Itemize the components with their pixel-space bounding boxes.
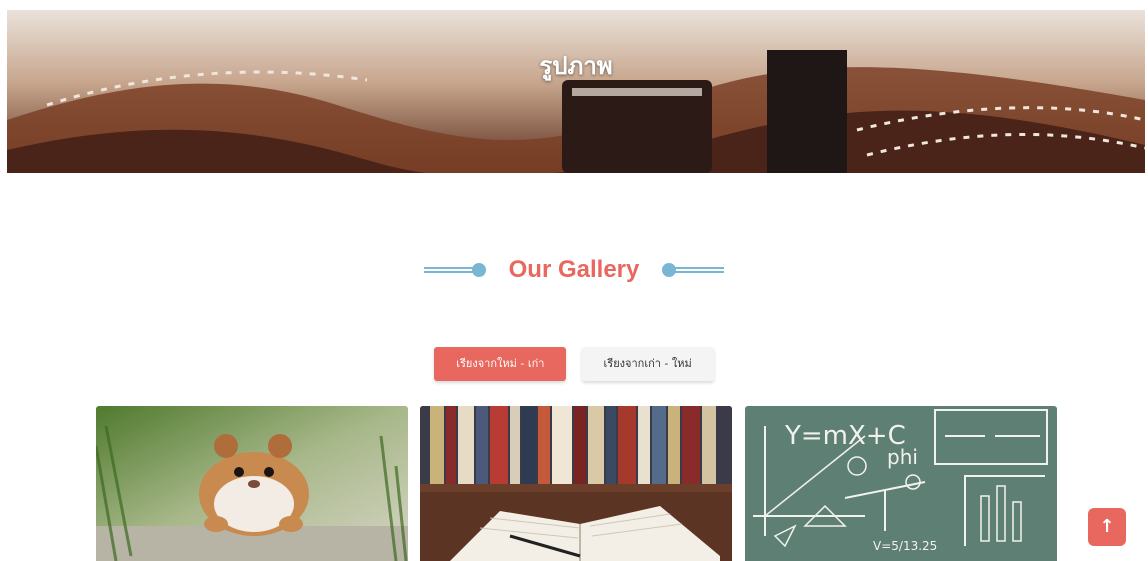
book-library-image bbox=[420, 406, 732, 561]
sort-controls: เรียงจากใหม่ - เก่า เรียงจากเก่า - ใหม่ bbox=[0, 347, 1148, 381]
back-to-top-button[interactable]: ↑ bbox=[1088, 508, 1126, 546]
arrow-up-icon: ↑ bbox=[1099, 516, 1115, 537]
chalk-phi: phi bbox=[887, 445, 918, 469]
sort-newest-button[interactable]: เรียงจากใหม่ - เก่า bbox=[434, 347, 567, 381]
heading-left-ornament bbox=[423, 263, 486, 277]
chalkboard-image: Y=mX+C phi V=5/13.25 bbox=[745, 406, 1057, 561]
gallery-heading: Our Gallery bbox=[0, 256, 1148, 284]
film-strip-image bbox=[7, 10, 1145, 173]
heading-right-ornament bbox=[662, 263, 725, 277]
page-title: รูปภาพ bbox=[539, 52, 613, 80]
gallery-title: Our Gallery bbox=[508, 256, 640, 283]
gallery-card-chalkboard[interactable]: Y=mX+C phi V=5/13.25 bbox=[745, 406, 1057, 561]
hamster-image bbox=[96, 406, 408, 561]
sort-oldest-button[interactable]: เรียงจากเก่า - ใหม่ bbox=[581, 347, 714, 381]
gallery-card-hamster[interactable] bbox=[96, 406, 408, 561]
chalk-volume: V=5/13.25 bbox=[873, 539, 937, 553]
gallery-card-book[interactable] bbox=[420, 406, 732, 561]
hero-banner: รูปภาพ bbox=[7, 10, 1145, 173]
